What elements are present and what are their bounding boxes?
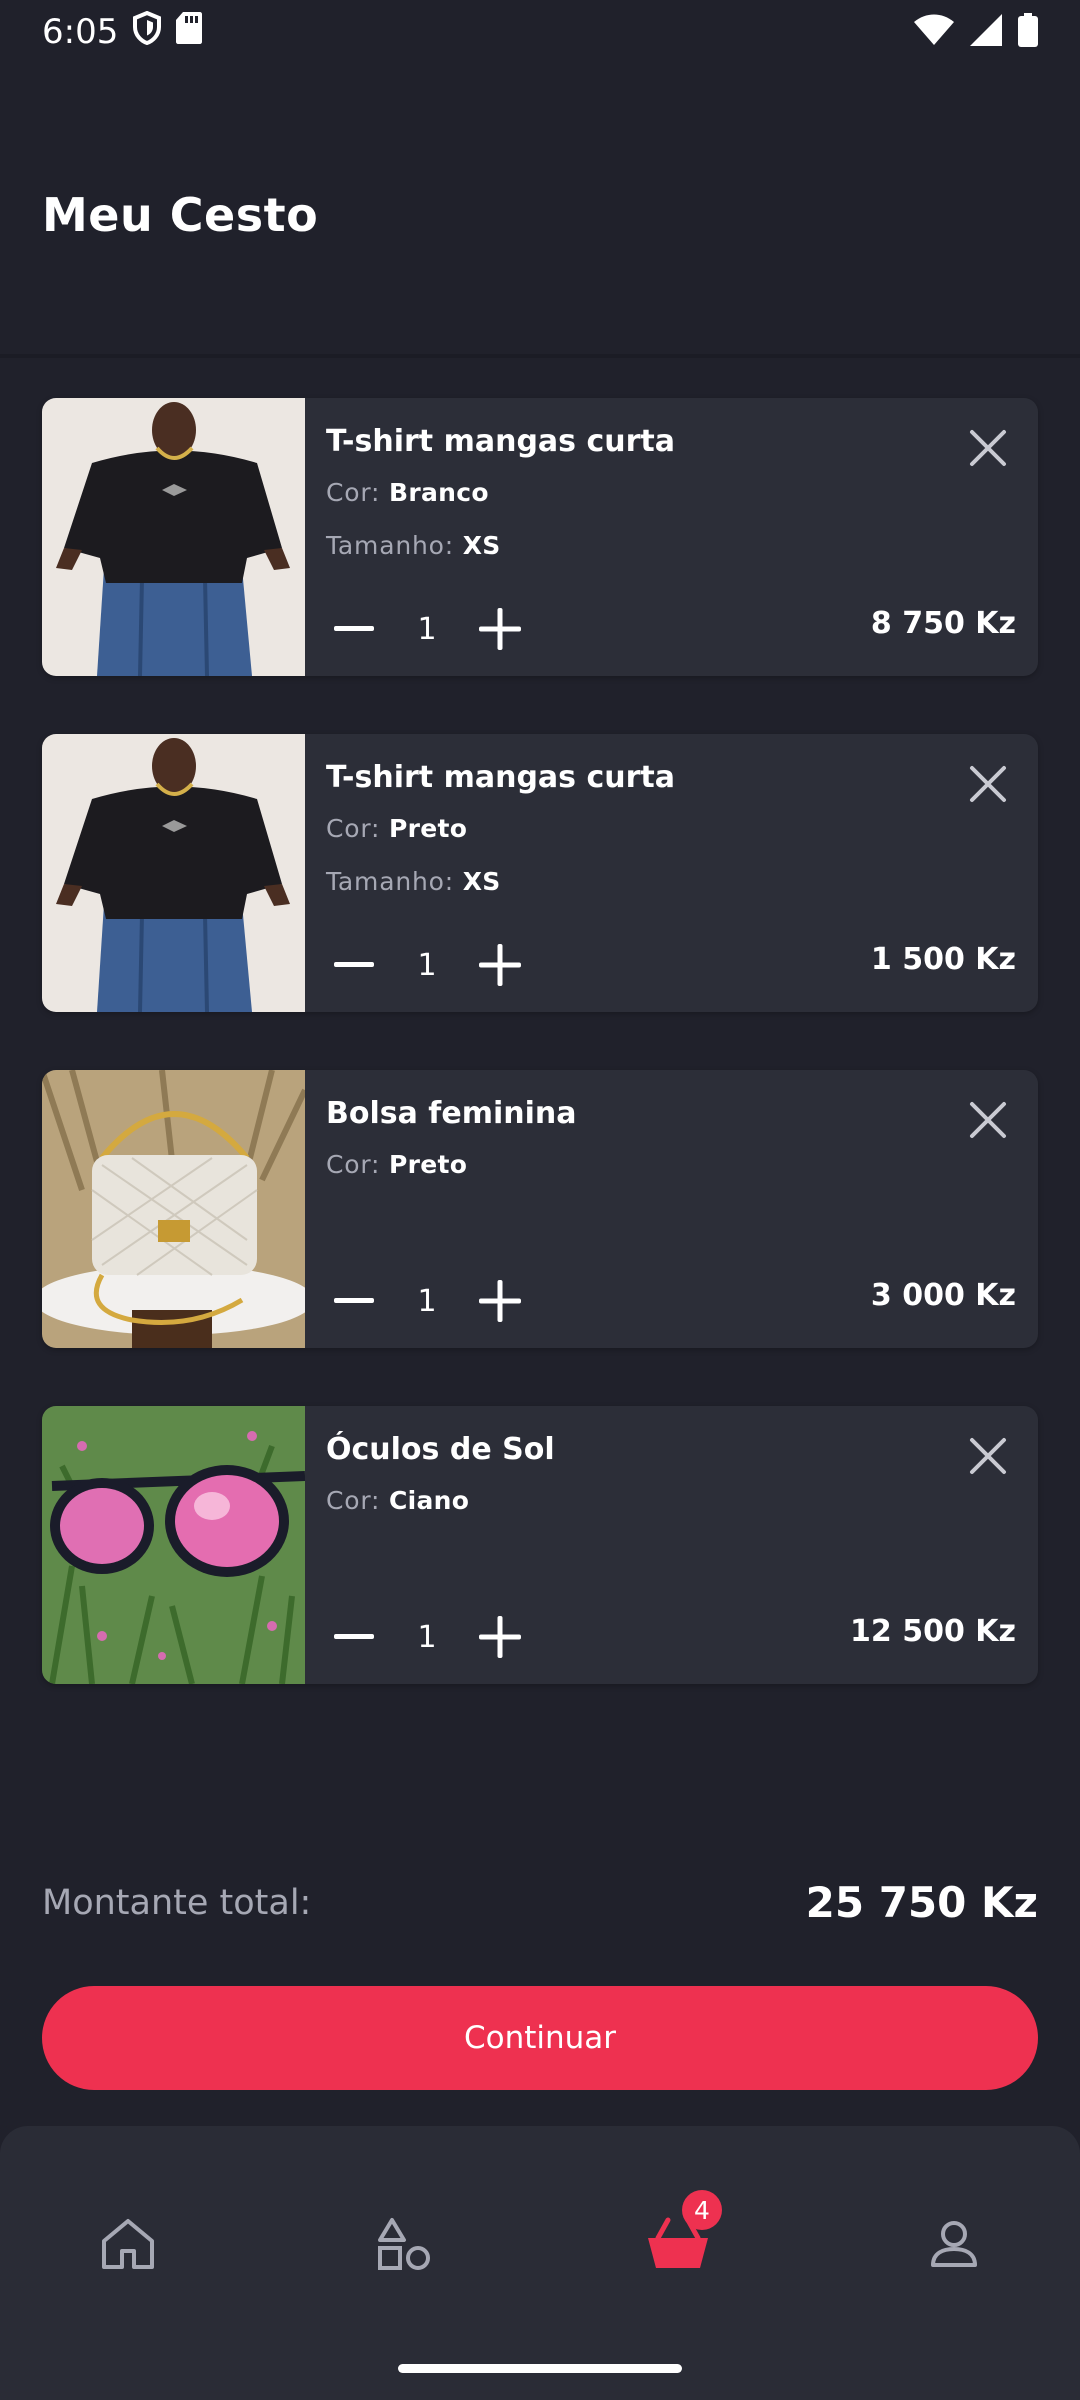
color-value: Ciano xyxy=(388,1486,470,1515)
item-name: Bolsa feminina xyxy=(326,1096,577,1131)
quantity-stepper: 1 xyxy=(326,594,528,664)
home-icon xyxy=(102,2219,154,2269)
quantity-stepper: 1 xyxy=(326,1602,528,1672)
item-color: Cor: Preto xyxy=(326,814,467,843)
status-bar: 6:05 xyxy=(0,0,1080,64)
plus-icon xyxy=(479,608,521,650)
close-icon xyxy=(970,430,1006,466)
nav-cart[interactable]: 4 xyxy=(638,2190,722,2284)
total-value: 25 750 Kz xyxy=(805,1878,1038,1927)
product-image[interactable] xyxy=(42,398,305,676)
shapes-icon xyxy=(378,2218,430,2270)
plus-icon xyxy=(479,1616,521,1658)
nav-home[interactable] xyxy=(88,2204,168,2284)
item-size: Tamanho: XS xyxy=(326,531,501,560)
size-label: Tamanho: xyxy=(326,867,454,896)
minus-icon xyxy=(334,962,374,967)
shield-icon xyxy=(132,10,162,54)
item-price: 1 500 Kz xyxy=(870,942,1016,977)
item-name: T-shirt mangas curta xyxy=(326,424,675,459)
user-icon xyxy=(931,2221,977,2267)
increase-quantity-button[interactable] xyxy=(472,1273,528,1329)
remove-item-button[interactable] xyxy=(956,752,1020,816)
increase-quantity-button[interactable] xyxy=(472,1609,528,1665)
minus-icon xyxy=(334,1634,374,1639)
home-indicator[interactable] xyxy=(398,2364,682,2373)
nav-profile[interactable] xyxy=(914,2204,994,2284)
bottom-nav: 4 xyxy=(0,2126,1080,2400)
item-price: 12 500 Kz xyxy=(850,1614,1016,1649)
product-image[interactable] xyxy=(42,1406,305,1684)
quantity-value: 1 xyxy=(417,947,437,983)
product-image[interactable] xyxy=(42,1070,305,1348)
quantity-value: 1 xyxy=(417,611,437,647)
item-color: Cor: Preto xyxy=(326,1150,467,1179)
color-value: Branco xyxy=(388,478,489,507)
quantity-value: 1 xyxy=(417,1619,437,1655)
cart-count-badge: 4 xyxy=(682,2190,722,2230)
cart-item: Bolsa feminina Cor: Preto 1 3 000 Kz xyxy=(42,1070,1038,1348)
continue-button[interactable]: Continuar xyxy=(42,1986,1038,2090)
size-label: Tamanho: xyxy=(326,531,454,560)
sd-card-icon xyxy=(176,11,203,53)
close-icon xyxy=(970,766,1006,802)
increase-quantity-button[interactable] xyxy=(472,601,528,657)
status-time: 6:05 xyxy=(42,12,119,52)
increase-quantity-button[interactable] xyxy=(472,937,528,993)
quantity-value: 1 xyxy=(417,1283,437,1319)
close-icon xyxy=(970,1438,1006,1474)
remove-item-button[interactable] xyxy=(956,416,1020,480)
remove-item-button[interactable] xyxy=(956,1424,1020,1488)
close-icon xyxy=(970,1102,1006,1138)
total-label: Montante total: xyxy=(42,1882,312,1923)
color-label: Cor: xyxy=(326,1486,381,1515)
item-price: 3 000 Kz xyxy=(870,1278,1016,1313)
nav-categories[interactable] xyxy=(364,2204,444,2284)
minus-icon xyxy=(334,1298,374,1303)
decrease-quantity-button[interactable] xyxy=(326,1609,382,1665)
item-size: Tamanho: XS xyxy=(326,867,501,896)
wifi-icon xyxy=(914,14,954,50)
total-row: Montante total: 25 750 Kz xyxy=(42,1878,1038,1927)
cart-item: T-shirt mangas curta Cor: Preto Tamanho:… xyxy=(42,734,1038,1012)
page-title: Meu Cesto xyxy=(42,188,319,242)
item-color: Cor: Ciano xyxy=(326,1486,469,1515)
color-label: Cor: xyxy=(326,1150,381,1179)
cart-list: T-shirt mangas curta Cor: Branco Tamanho… xyxy=(42,398,1038,1742)
quantity-stepper: 1 xyxy=(326,930,528,1000)
decrease-quantity-button[interactable] xyxy=(326,601,382,657)
signal-icon xyxy=(970,14,1002,50)
color-label: Cor: xyxy=(326,814,381,843)
item-color: Cor: Branco xyxy=(326,478,489,507)
decrease-quantity-button[interactable] xyxy=(326,1273,382,1329)
plus-icon xyxy=(479,944,521,986)
remove-item-button[interactable] xyxy=(956,1088,1020,1152)
size-value: XS xyxy=(462,531,501,560)
item-name: T-shirt mangas curta xyxy=(326,760,675,795)
quantity-stepper: 1 xyxy=(326,1266,528,1336)
size-value: XS xyxy=(462,867,501,896)
cart-item: Óculos de Sol Cor: Ciano 1 12 500 Kz xyxy=(42,1406,1038,1684)
product-image[interactable] xyxy=(42,734,305,1012)
plus-icon xyxy=(479,1280,521,1322)
item-name: Óculos de Sol xyxy=(326,1432,555,1467)
color-label: Cor: xyxy=(326,478,381,507)
color-value: Preto xyxy=(388,1150,468,1179)
cart-item: T-shirt mangas curta Cor: Branco Tamanho… xyxy=(42,398,1038,676)
decrease-quantity-button[interactable] xyxy=(326,937,382,993)
battery-icon xyxy=(1018,13,1038,51)
item-price: 8 750 Kz xyxy=(870,606,1016,641)
minus-icon xyxy=(334,626,374,631)
color-value: Preto xyxy=(388,814,468,843)
